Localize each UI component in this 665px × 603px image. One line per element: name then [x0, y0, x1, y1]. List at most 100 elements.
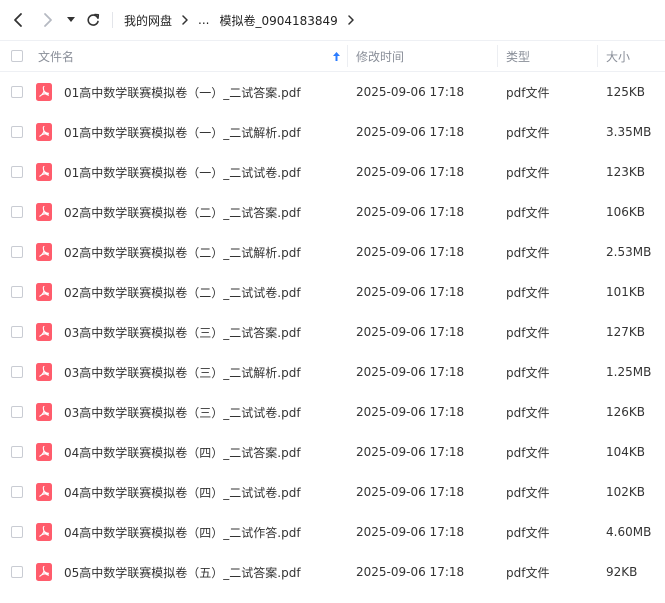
file-modified-time: 2025-09-06 17:18	[356, 445, 465, 459]
file-name[interactable]: 01高中数学联赛模拟卷（一）_二试试卷.pdf	[64, 152, 301, 192]
file-name[interactable]: 04高中数学联赛模拟卷（四）_二试作答.pdf	[64, 512, 301, 552]
row-checkbox[interactable]	[11, 206, 23, 218]
file-size: 102KB	[606, 485, 646, 499]
file-size: 4.60MB	[606, 525, 652, 539]
row-checkbox[interactable]	[11, 526, 23, 538]
pdf-file-icon	[36, 203, 52, 221]
row-checkbox[interactable]	[11, 406, 23, 418]
file-type: pdf文件	[506, 285, 550, 300]
file-type: pdf文件	[506, 85, 550, 100]
file-modified-time: 2025-09-06 17:18	[356, 125, 465, 139]
file-type: pdf文件	[506, 245, 550, 260]
column-divider[interactable]	[347, 45, 348, 67]
file-name[interactable]: 05高中数学联赛模拟卷（五）_二试答案.pdf	[64, 552, 301, 592]
pdf-file-icon	[36, 563, 52, 581]
file-row[interactable]: 03高中数学联赛模拟卷（三）_二试答案.pdf 2025-09-06 17:18 p…	[0, 312, 665, 352]
pdf-file-icon	[36, 523, 52, 541]
file-name[interactable]: 03高中数学联赛模拟卷（三）_二试答案.pdf	[64, 312, 301, 352]
caret-down-icon[interactable]	[62, 9, 80, 31]
file-type: pdf文件	[506, 485, 550, 500]
pdf-file-icon	[36, 443, 52, 461]
refresh-icon[interactable]	[82, 9, 104, 31]
chevron-right-icon[interactable]	[37, 9, 59, 31]
file-type: pdf文件	[506, 205, 550, 220]
sort-up-arrow-icon[interactable]	[332, 41, 341, 71]
file-size: 125KB	[606, 85, 646, 99]
file-size: 123KB	[606, 165, 646, 179]
file-row[interactable]: 04高中数学联赛模拟卷（四）_二试作答.pdf 2025-09-06 17:18 p…	[0, 512, 665, 552]
row-checkbox[interactable]	[11, 326, 23, 338]
select-all-checkbox[interactable]	[11, 41, 23, 71]
file-list-header: 文件名 修改时间 类型 大小	[0, 40, 665, 72]
file-type: pdf文件	[506, 445, 550, 460]
file-row[interactable]: 03高中数学联赛模拟卷（三）_二试解析.pdf 2025-09-06 17:18 p…	[0, 352, 665, 392]
pdf-file-icon	[36, 163, 52, 181]
breadcrumb-separator-icon	[181, 15, 189, 25]
row-checkbox[interactable]	[11, 246, 23, 258]
file-name[interactable]: 01高中数学联赛模拟卷（一）_二试答案.pdf	[64, 72, 301, 112]
file-type: pdf文件	[506, 365, 550, 380]
column-header-size[interactable]: 大小	[606, 41, 630, 71]
file-modified-time: 2025-09-06 17:18	[356, 245, 465, 259]
file-row[interactable]: 04高中数学联赛模拟卷（四）_二试试卷.pdf 2025-09-06 17:18 p…	[0, 472, 665, 512]
file-row[interactable]: 02高中数学联赛模拟卷（二）_二试解析.pdf 2025-09-06 17:18 p…	[0, 232, 665, 272]
file-name[interactable]: 02高中数学联赛模拟卷（二）_二试解析.pdf	[64, 232, 301, 272]
row-checkbox[interactable]	[11, 86, 23, 98]
file-size: 101KB	[606, 285, 646, 299]
file-modified-time: 2025-09-06 17:18	[356, 325, 465, 339]
breadcrumb: 我的网盘 ... 模拟卷_0904183849	[124, 0, 364, 40]
file-modified-time: 2025-09-06 17:18	[356, 485, 465, 499]
file-type: pdf文件	[506, 525, 550, 540]
toolbar-divider	[112, 12, 113, 28]
file-modified-time: 2025-09-06 17:18	[356, 565, 465, 579]
row-checkbox[interactable]	[11, 166, 23, 178]
breadcrumb-root[interactable]: 我的网盘	[124, 12, 172, 29]
column-header-modified[interactable]: 修改时间	[356, 41, 404, 71]
file-modified-time: 2025-09-06 17:18	[356, 285, 465, 299]
file-row[interactable]: 02高中数学联赛模拟卷（二）_二试试卷.pdf 2025-09-06 17:18 p…	[0, 272, 665, 312]
file-size: 1.25MB	[606, 365, 652, 379]
file-size: 126KB	[606, 405, 646, 419]
file-row[interactable]: 01高中数学联赛模拟卷（一）_二试解析.pdf 2025-09-06 17:18 p…	[0, 112, 665, 152]
file-name[interactable]: 02高中数学联赛模拟卷（二）_二试答案.pdf	[64, 192, 301, 232]
row-checkbox[interactable]	[11, 366, 23, 378]
toolbar: 我的网盘 ... 模拟卷_0904183849	[0, 0, 665, 40]
file-list: 01高中数学联赛模拟卷（一）_二试答案.pdf 2025-09-06 17:18 p…	[0, 72, 665, 592]
pdf-file-icon	[36, 283, 52, 301]
file-modified-time: 2025-09-06 17:18	[356, 165, 465, 179]
row-checkbox[interactable]	[11, 566, 23, 578]
file-type: pdf文件	[506, 165, 550, 180]
file-name[interactable]: 02高中数学联赛模拟卷（二）_二试试卷.pdf	[64, 272, 301, 312]
chevron-left-icon[interactable]	[7, 9, 29, 31]
row-checkbox[interactable]	[11, 486, 23, 498]
file-row[interactable]: 04高中数学联赛模拟卷（四）_二试答案.pdf 2025-09-06 17:18 p…	[0, 432, 665, 472]
file-size: 3.35MB	[606, 125, 652, 139]
file-type: pdf文件	[506, 125, 550, 140]
file-row[interactable]: 03高中数学联赛模拟卷（三）_二试试卷.pdf 2025-09-06 17:18 p…	[0, 392, 665, 432]
file-name[interactable]: 01高中数学联赛模拟卷（一）_二试解析.pdf	[64, 112, 301, 152]
file-name[interactable]: 03高中数学联赛模拟卷（三）_二试试卷.pdf	[64, 392, 301, 432]
column-header-type[interactable]: 类型	[506, 41, 530, 71]
file-type: pdf文件	[506, 405, 550, 420]
column-header-name[interactable]: 文件名	[38, 41, 74, 71]
file-row[interactable]: 01高中数学联赛模拟卷（一）_二试试卷.pdf 2025-09-06 17:18 p…	[0, 152, 665, 192]
file-name[interactable]: 03高中数学联赛模拟卷（三）_二试解析.pdf	[64, 352, 301, 392]
breadcrumb-current[interactable]: 模拟卷_0904183849	[219, 12, 337, 29]
file-name[interactable]: 04高中数学联赛模拟卷（四）_二试试卷.pdf	[64, 472, 301, 512]
breadcrumb-ellipsis[interactable]: ...	[198, 13, 209, 27]
file-modified-time: 2025-09-06 17:18	[356, 405, 465, 419]
row-checkbox[interactable]	[11, 286, 23, 298]
file-name[interactable]: 04高中数学联赛模拟卷（四）_二试答案.pdf	[64, 432, 301, 472]
row-checkbox[interactable]	[11, 446, 23, 458]
pdf-file-icon	[36, 403, 52, 421]
file-row[interactable]: 01高中数学联赛模拟卷（一）_二试答案.pdf 2025-09-06 17:18 p…	[0, 72, 665, 112]
pdf-file-icon	[36, 323, 52, 341]
file-size: 106KB	[606, 205, 646, 219]
file-row[interactable]: 05高中数学联赛模拟卷（五）_二试答案.pdf 2025-09-06 17:18 p…	[0, 552, 665, 592]
file-size: 127KB	[606, 325, 646, 339]
row-checkbox[interactable]	[11, 126, 23, 138]
column-divider[interactable]	[597, 45, 598, 67]
file-row[interactable]: 02高中数学联赛模拟卷（二）_二试答案.pdf 2025-09-06 17:18 p…	[0, 192, 665, 232]
pdf-file-icon	[36, 243, 52, 261]
column-divider[interactable]	[497, 45, 498, 67]
